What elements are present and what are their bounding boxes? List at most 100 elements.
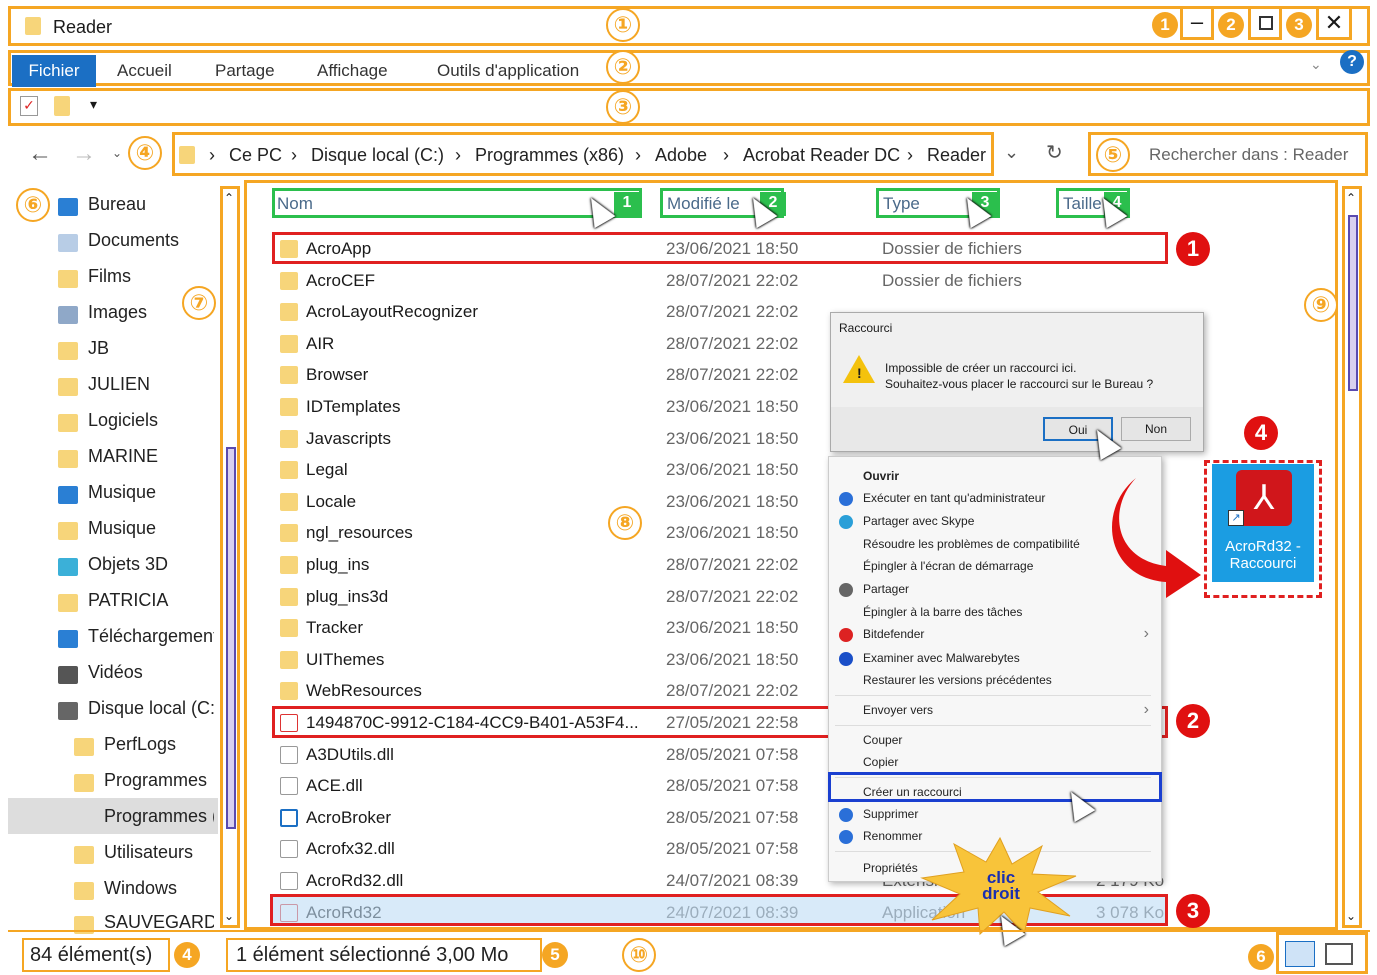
refresh-icon[interactable]: ↻ [1046,140,1063,165]
nav-item[interactable]: Utilisateurs [104,842,214,863]
new-folder-icon[interactable] [54,96,70,116]
ribbon-tabs: Fichier Accueil Partage Affichage Outils… [8,50,1370,87]
scroll-up-icon[interactable]: ⌃ [224,191,234,205]
scroll-down-icon[interactable]: ⌄ [224,909,234,923]
menu-item[interactable]: Bitdefender [863,627,924,641]
folder-icon [280,271,298,290]
nav-item[interactable]: Documents [88,230,214,251]
nav-scroll-thumb[interactable] [226,447,236,829]
nav-item[interactable]: SAUVEGARDES ( [104,912,214,933]
file-name: plug_ins [306,555,370,574]
help-icon[interactable]: ? [1340,50,1364,74]
nav-item[interactable]: MARINE [88,446,214,467]
breadcrumb-item[interactable]: Disque local (C:) [311,145,444,166]
chevron-down-icon[interactable]: ⌄ [1310,56,1322,73]
folder-icon [280,334,298,353]
nav-item[interactable]: Bureau [88,194,214,215]
shortcut-arrow-icon: ↗ [1228,510,1244,526]
file-name: Locale [306,491,357,511]
nav-item[interactable]: Disque local (C:) [88,698,214,719]
menu-item[interactable]: Partager avec Skype [863,514,974,528]
scroll-up-icon[interactable]: ⌃ [1346,191,1356,205]
menu-item[interactable]: Résoudre les problèmes de compatibilité [863,537,1080,551]
tab-accueil[interactable]: Accueil [117,61,172,81]
breadcrumb-item[interactable]: Acrobat Reader DC [743,145,900,166]
nav-item[interactable]: Musique [88,482,214,503]
back-arrow-icon[interactable]: ← [28,140,52,168]
folder-icon [280,556,298,574]
callout-red-1: 1 [1176,232,1210,266]
nav-item[interactable]: PATRICIA [88,590,214,611]
callout-1: ① [606,8,640,42]
maximize-icon [1259,16,1273,30]
breadcrumb-item[interactable]: Ce PC [229,145,282,166]
nav-item[interactable]: Vidéos [88,662,214,683]
table-row[interactable]: AcroCEF 28/07/2021 22:02 Dossier de fichie… [278,266,1168,296]
customize-toolbar-icon[interactable]: ▾ [90,96,97,113]
close-button[interactable]: ✕ [1316,6,1352,40]
recent-chevron-icon[interactable]: ⌄ [112,146,122,160]
tab-fichier[interactable]: Fichier [12,55,96,87]
menu-item[interactable]: Couper [863,733,902,747]
dialog-line2: Souhaitez-vous placer le raccourci sur l… [885,377,1154,391]
nav-item[interactable]: Programmes [104,770,214,791]
file-name: Tracker [306,618,363,638]
tab-outils[interactable]: Outils d'application [437,61,579,81]
file-name: ngl_resources [306,523,413,543]
search-box[interactable]: Rechercher dans : Reader [1088,132,1368,176]
nav-item[interactable]: PerfLogs [104,734,214,755]
callout-5: ⑤ [1096,138,1130,172]
details-view-icon[interactable] [1285,941,1315,967]
nav-item[interactable]: Windows [104,878,214,899]
nav-item[interactable]: Musique [88,518,214,539]
menu-item[interactable]: Propriétés [863,861,918,875]
dialog-no-button[interactable]: Non [1121,417,1191,441]
nav-item-icon [58,414,78,432]
nav-item-icon [74,774,94,792]
file-name: WebResources [306,681,422,701]
tab-partage[interactable]: Partage [215,61,275,81]
menu-separator [835,725,1151,726]
file-name: AcroBroker [306,807,392,827]
shortcut-dialog: Raccourci ! Impossible de créer un racco… [830,312,1204,452]
nav-scrollbar[interactable]: ⌃ ⌄ [220,186,240,928]
menu-item[interactable]: Exécuter en tant qu'administrateur [863,491,1045,505]
menu-item[interactable]: Partager [863,582,909,596]
menu-item[interactable]: Supprimer [863,807,918,821]
maximize-button[interactable] [1248,6,1282,40]
nav-item[interactable]: Téléchargements [88,626,214,647]
minimize-button[interactable]: – [1180,6,1214,40]
breadcrumb-item[interactable]: Reader [927,145,986,166]
scroll-down-icon[interactable]: ⌄ [1346,909,1356,923]
nav-item[interactable]: Programmes (x [104,806,214,827]
menu-item[interactable]: Examiner avec Malwarebytes [863,651,1020,665]
folder-icon [280,366,298,385]
search-input[interactable]: Rechercher dans : Reader [1149,145,1348,165]
menu-item[interactable]: Restaurer les versions précédentes [863,673,1052,687]
nav-item[interactable]: Images [88,302,214,323]
menu-item[interactable]: Épingler à l'écran de démarrage [863,559,1033,573]
menu-item[interactable]: Épingler à la barre des tâches [863,605,1022,619]
large-icons-view-icon[interactable] [1325,943,1353,965]
menu-item[interactable]: Renommer [863,829,922,843]
forward-arrow-icon[interactable]: → [72,140,96,168]
desktop-shortcut[interactable]: ⅄ ↗ AcroRd32 - Raccourci [1212,464,1314,582]
menu-item[interactable]: Copier [863,755,898,769]
nav-item[interactable]: Logiciels [88,410,214,431]
menu-item[interactable]: Envoyer vers [863,703,933,717]
nav-item[interactable]: JULIEN [88,374,214,395]
menu-item[interactable]: Ouvrir [863,469,899,483]
file-list-scrollbar[interactable]: ⌃ ⌄ [1342,186,1362,928]
address-dropdown-icon[interactable]: ⌄ [1004,142,1019,163]
nav-item[interactable]: JB [88,338,214,359]
tab-affichage[interactable]: Affichage [317,61,388,81]
nav-item[interactable]: Films [88,266,214,287]
shortcut-label: AcroRd32 - Raccourci [1212,538,1314,572]
nav-item-icon [58,702,78,720]
breadcrumb-item[interactable]: Adobe [655,145,707,166]
properties-icon[interactable]: ✓ [20,96,38,116]
nav-item[interactable]: Objets 3D [88,554,214,575]
file-scroll-thumb[interactable] [1348,215,1358,391]
address-bar[interactable]: › Ce PC › Disque local (C:) › Programmes… [172,132,994,176]
breadcrumb-item[interactable]: Programmes (x86) [475,145,624,166]
